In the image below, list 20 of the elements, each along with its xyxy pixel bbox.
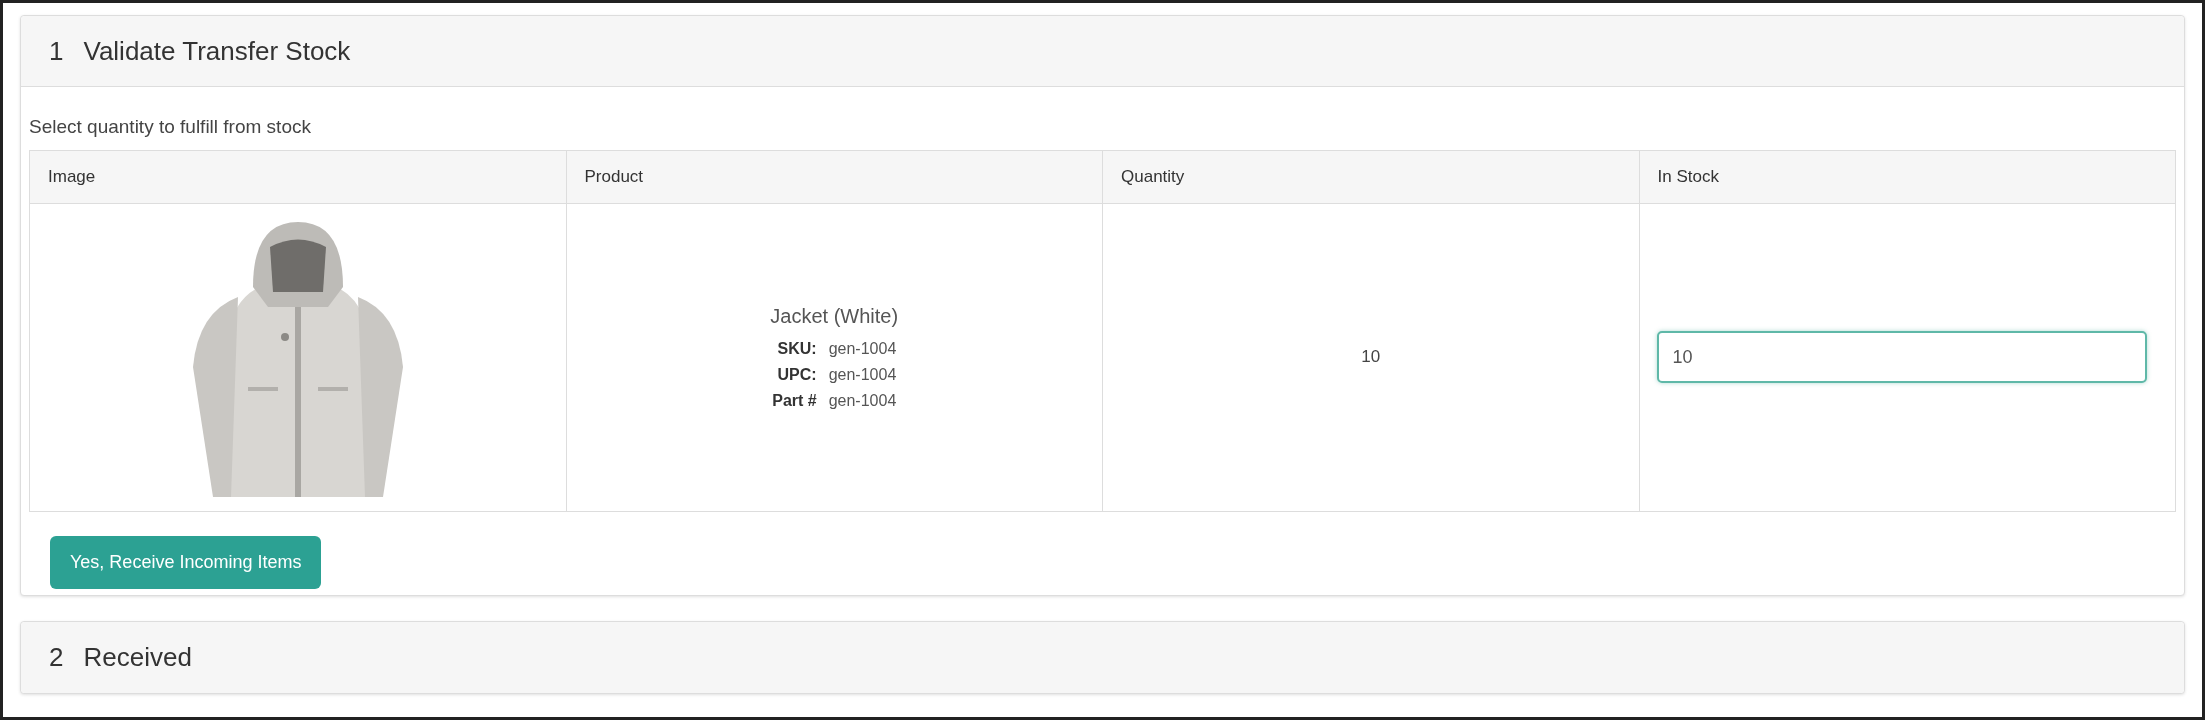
- detail-value: gen-1004: [828, 365, 897, 385]
- detail-label: Part #: [772, 391, 817, 411]
- detail-label: UPC:: [776, 365, 817, 385]
- step-title: Validate Transfer Stock: [83, 34, 351, 68]
- column-header: Image: [29, 150, 566, 203]
- detail-label: SKU:: [776, 339, 817, 359]
- instruction-text: Select quantity to fulfill from stock: [29, 115, 312, 139]
- column-header: In Stock: [1639, 150, 2176, 203]
- column-header: Quantity: [1102, 150, 1639, 203]
- quantity-cell: 10: [1102, 203, 1639, 511]
- step-number: 1: [49, 34, 64, 68]
- product-name: Jacket (White): [769, 304, 900, 329]
- step-number: 2: [49, 640, 64, 674]
- step-header[interactable]: 1 Validate Transfer Stock: [21, 16, 2184, 87]
- number-input[interactable]: 10: [1656, 331, 2148, 383]
- detail-value: gen-1004: [828, 339, 897, 359]
- step-title: Received: [83, 640, 192, 674]
- column-header: Product: [566, 150, 1103, 203]
- detail-value: gen-1004: [828, 391, 897, 411]
- step-header[interactable]: 2 Received: [21, 621, 2184, 693]
